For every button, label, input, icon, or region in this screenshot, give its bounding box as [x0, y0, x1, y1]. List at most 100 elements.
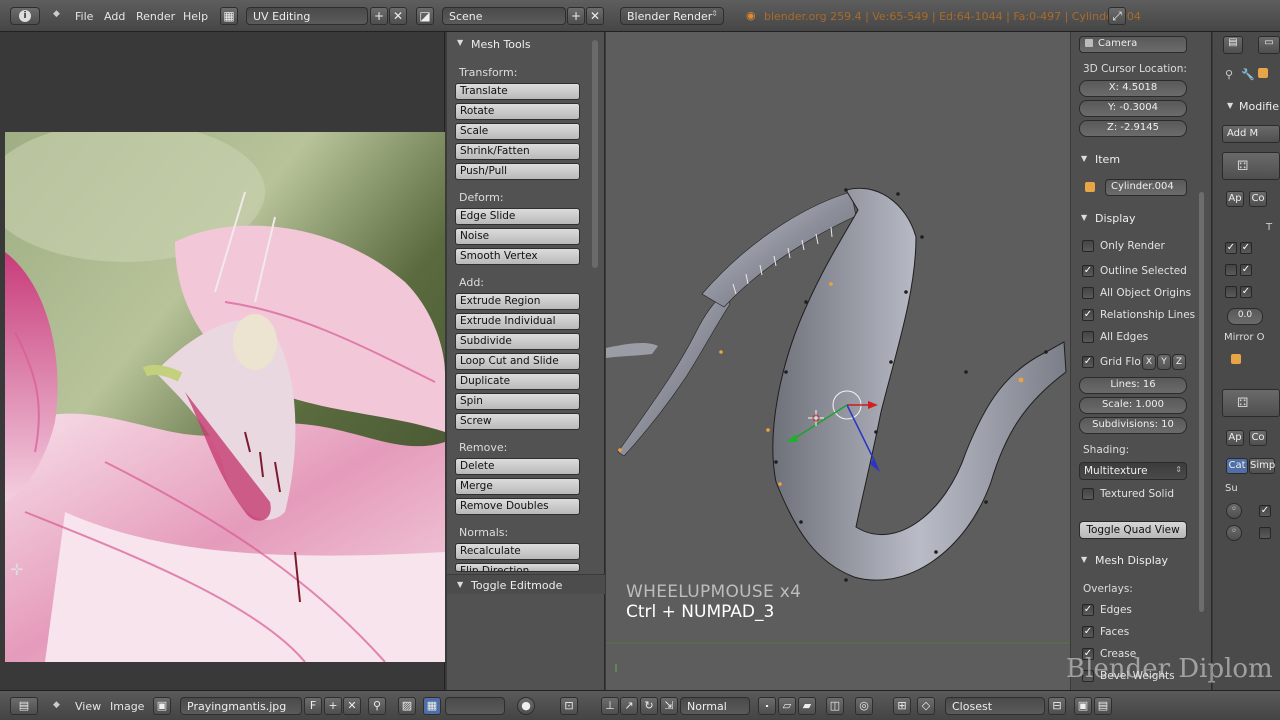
collapse-arrow-icon[interactable]: ▼	[457, 38, 463, 47]
pivot-point-icon[interactable]: ●	[517, 697, 535, 715]
menu-view[interactable]: View	[75, 700, 101, 713]
uv-sync-icon[interactable]: ▦	[423, 697, 441, 715]
item-panel-header[interactable]: ▼ Item	[1071, 150, 1199, 170]
textured-solid-checkbox[interactable]	[1082, 488, 1094, 500]
image-browse-icon[interactable]: ▣	[153, 697, 171, 715]
proportional-edit-icon[interactable]: ◎	[855, 697, 873, 715]
render-levels-stepper[interactable]: ◦	[1226, 525, 1242, 541]
relationship-lines-checkbox[interactable]: ✓	[1082, 309, 1094, 321]
edges-checkbox[interactable]: ✓	[1082, 604, 1094, 616]
scene-field[interactable]: Scene	[442, 7, 566, 25]
catmull-clark-toggle[interactable]: Cat	[1226, 458, 1248, 474]
cursor-y-field[interactable]: Y: -0.3004	[1079, 100, 1187, 117]
recalculate-button[interactable]: Recalculate	[455, 543, 580, 560]
unlink-image-button[interactable]: ✕	[343, 697, 361, 715]
edge-slide-button[interactable]: Edge Slide	[455, 208, 580, 225]
render-checkbox[interactable]: ✓	[1240, 242, 1252, 254]
editor-type-icon[interactable]: ▤	[1223, 36, 1243, 54]
translate-manipulator-icon[interactable]: ↗	[620, 697, 638, 715]
limit-selection-icon[interactable]: ◫	[826, 697, 844, 715]
only-render-checkbox[interactable]	[1082, 240, 1094, 252]
paint-mode-icon[interactable]: ▨	[398, 697, 416, 715]
second-modifier-header[interactable]: ⚃	[1222, 389, 1280, 417]
menu-file[interactable]: File	[75, 10, 93, 23]
faces-checkbox[interactable]: ✓	[1082, 626, 1094, 638]
cursor-z-field[interactable]: Z: -2.9145	[1079, 120, 1187, 137]
all-object-origins-checkbox[interactable]	[1082, 287, 1094, 299]
flip-direction-button[interactable]: Flip Direction	[455, 563, 580, 572]
cage-checkbox[interactable]: ✓	[1240, 264, 1252, 276]
delete-button[interactable]: Delete	[455, 458, 580, 475]
pin-icon[interactable]: ⚲	[1225, 68, 1233, 81]
edge-select-icon[interactable]: ▱	[778, 697, 796, 715]
collapse-arrow-icon[interactable]: ▼	[1227, 101, 1233, 110]
mesh-display-panel-header[interactable]: ▼ Mesh Display	[1071, 551, 1199, 571]
snap-icon[interactable]: ⊡	[560, 697, 578, 715]
properties-panel-scrollbar[interactable]	[1199, 192, 1204, 612]
scene-icon[interactable]: ◪	[416, 7, 434, 25]
new-image-button[interactable]: +	[324, 697, 342, 715]
outline-selected-checkbox[interactable]: ✓	[1082, 265, 1094, 277]
shading-select[interactable]: Multitexture ⇕	[1079, 462, 1187, 480]
add-scene-button[interactable]: +	[567, 7, 585, 25]
option-checkbox-a[interactable]	[1225, 286, 1237, 298]
shrink-fatten-button[interactable]: Shrink/Fatten	[455, 143, 580, 160]
screw-button[interactable]: Screw	[455, 413, 580, 430]
spin-button[interactable]: Spin	[455, 393, 580, 410]
remove-doubles-button[interactable]: Remove Doubles	[455, 498, 580, 515]
apply-button[interactable]: Ap	[1226, 191, 1244, 207]
collapse-menus-icon[interactable]: ◆	[53, 700, 60, 710]
grid-axis-x-toggle[interactable]: X	[1142, 354, 1156, 370]
option-checkbox-b[interactable]: ✓	[1240, 286, 1252, 298]
snap-target-select[interactable]: Closest	[945, 697, 1045, 715]
grid-scale-field[interactable]: Scale: 1.000	[1079, 397, 1187, 414]
snap-element-icon[interactable]: ◇	[917, 697, 935, 715]
copy-button[interactable]: Co	[1249, 430, 1267, 446]
noise-button[interactable]: Noise	[455, 228, 580, 245]
simple-toggle[interactable]: Simp	[1249, 458, 1275, 474]
cursor-x-field[interactable]: X: 4.5018	[1079, 80, 1187, 97]
image-name-field[interactable]: Prayingmantis.jpg	[180, 697, 302, 715]
menu-image[interactable]: Image	[110, 700, 144, 713]
scale-manipulator-icon[interactable]: ⇲	[660, 697, 678, 715]
rotate-manipulator-icon[interactable]: ↻	[640, 697, 658, 715]
subdiv-option-checkbox[interactable]: ✓	[1259, 505, 1271, 517]
screen-layout-field[interactable]: UV Editing	[246, 7, 368, 25]
levels-stepper[interactable]: ◦	[1226, 503, 1242, 519]
scale-button[interactable]: Scale	[455, 123, 580, 140]
toggle-quad-view-button[interactable]: Toggle Quad View	[1079, 521, 1187, 539]
object-data-icon[interactable]	[1258, 68, 1268, 78]
camera-field[interactable]: Camera	[1079, 36, 1187, 53]
fullscreen-icon[interactable]: ⤢	[1108, 7, 1126, 25]
render-icon[interactable]: ▣	[1074, 697, 1092, 715]
editor-type-button[interactable]: i	[10, 7, 40, 25]
grid-lines-field[interactable]: Lines: 16	[1079, 377, 1187, 394]
object-name-field[interactable]: Cylinder.004	[1105, 179, 1187, 196]
grid-floor-checkbox[interactable]: ✓	[1082, 356, 1094, 368]
uv-image-editor[interactable]: ✛	[0, 32, 445, 690]
realtime-checkbox[interactable]: ✓	[1225, 242, 1237, 254]
fake-user-button[interactable]: F	[304, 697, 322, 715]
menu-help[interactable]: Help	[183, 10, 208, 23]
mesh-tools-title[interactable]: Mesh Tools	[471, 38, 531, 51]
vertex-select-icon[interactable]: ⬝	[758, 697, 776, 715]
tool-shelf-scrollbar[interactable]	[592, 40, 598, 268]
snap-align-icon[interactable]: ⊟	[1048, 697, 1066, 715]
fullscreen-icon[interactable]: ▭	[1258, 36, 1280, 54]
translate-button[interactable]: Translate	[455, 83, 580, 100]
modifier-value-field[interactable]: 0.0	[1227, 308, 1263, 325]
manipulator-icon[interactable]: ⊥	[601, 697, 619, 715]
menu-render[interactable]: Render	[136, 10, 175, 23]
loop-cut-slide-button[interactable]: Loop Cut and Slide	[455, 353, 580, 370]
collapse-menus-icon[interactable]: ◆	[53, 9, 60, 19]
subdiv-option-checkbox-2[interactable]	[1259, 527, 1271, 539]
merge-button[interactable]: Merge	[455, 478, 580, 495]
all-edges-checkbox[interactable]	[1082, 331, 1094, 343]
grid-axis-y-toggle[interactable]: Y	[1157, 354, 1171, 370]
push-pull-button[interactable]: Push/Pull	[455, 163, 580, 180]
uv-select-mode-field[interactable]	[445, 697, 505, 715]
rotate-button[interactable]: Rotate	[455, 103, 580, 120]
render-animation-icon[interactable]: ▤	[1094, 697, 1112, 715]
copy-button[interactable]: Co	[1249, 191, 1267, 207]
render-engine-select[interactable]: Blender Render ⇕	[620, 7, 724, 25]
